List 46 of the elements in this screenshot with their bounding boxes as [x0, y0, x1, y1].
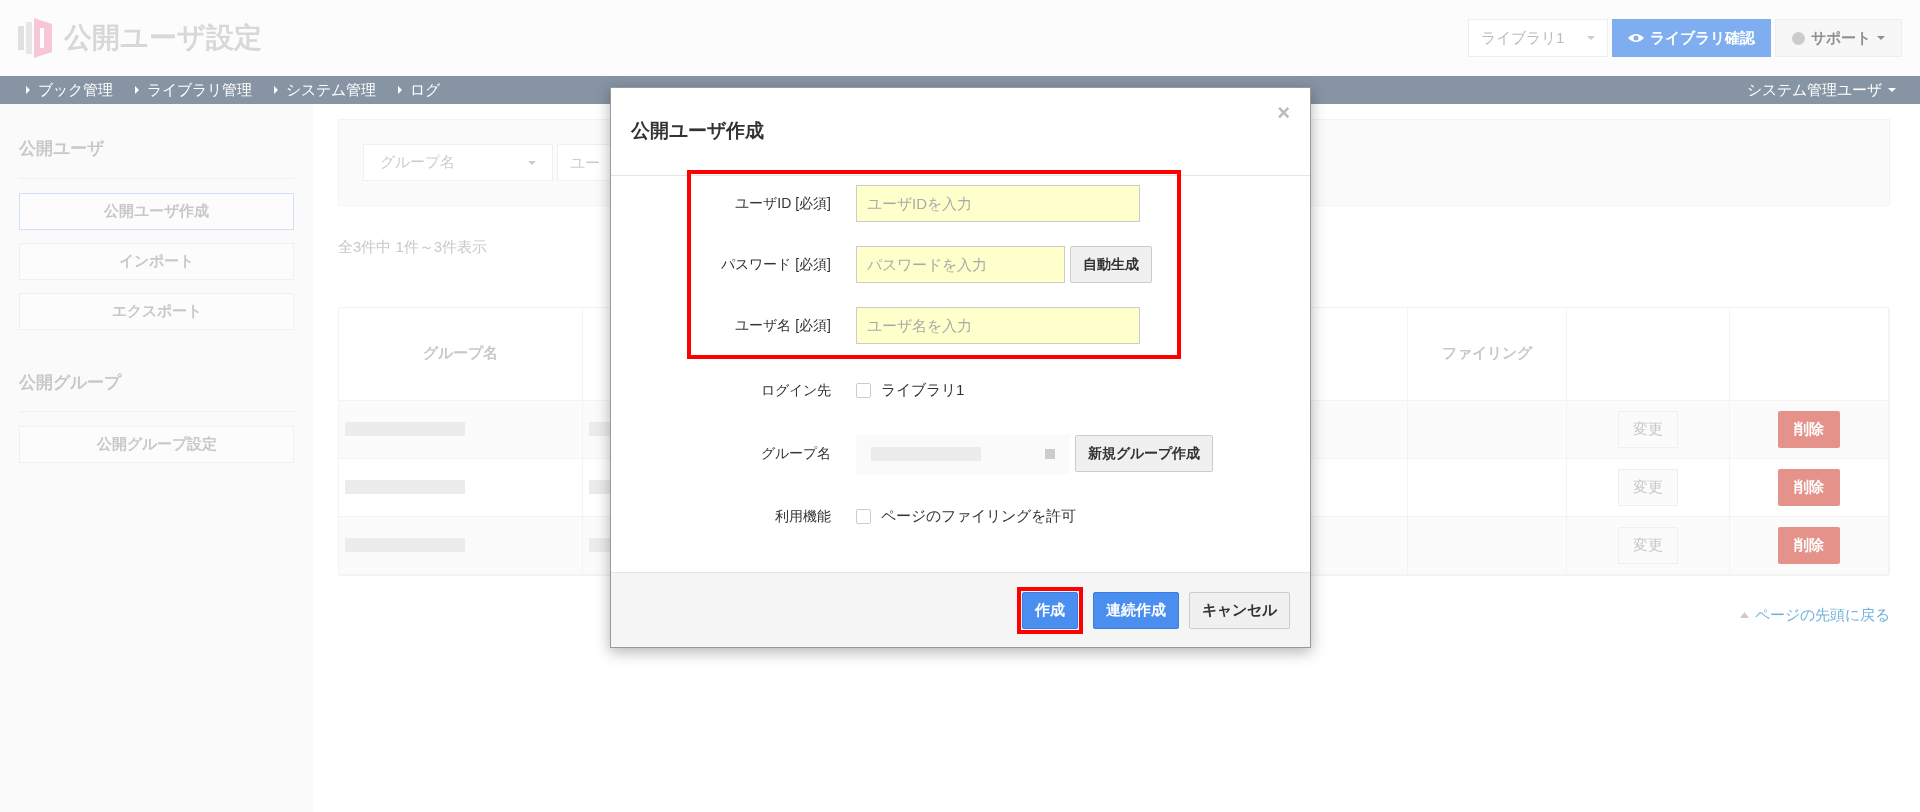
caret-right-icon: [272, 86, 280, 94]
library-select[interactable]: ライブラリ1: [1468, 19, 1608, 57]
triangle-up-icon: [1740, 611, 1749, 618]
caret-down-icon: [528, 158, 536, 167]
delete-button[interactable]: 削除: [1778, 410, 1841, 448]
generate-button[interactable]: 自動生成: [1070, 246, 1152, 283]
back-to-top-link[interactable]: ページの先頭に戻る: [1740, 603, 1890, 626]
nav-link[interactable]: システム管理: [272, 78, 376, 102]
close-button[interactable]: ×: [1277, 96, 1290, 129]
field-label: ユーザ名 [必須]: [734, 316, 832, 335]
support-menu[interactable]: サポート: [1775, 19, 1902, 57]
delete-button[interactable]: 削除: [1778, 468, 1841, 506]
nav-link[interactable]: ブック管理: [24, 78, 113, 102]
input-field[interactable]: パスワードを入力: [856, 246, 1065, 283]
field-label: ログイン先: [760, 381, 832, 400]
caret-down-icon: [1877, 34, 1885, 42]
user-menu[interactable]: システム管理ユーザ: [1747, 78, 1896, 102]
checkbox-label: ページのファイリングを許可: [881, 506, 1076, 527]
primary-button[interactable]: 作成: [1022, 591, 1078, 629]
checkbox[interactable]: [856, 383, 871, 398]
delete-button[interactable]: 削除: [1778, 526, 1841, 564]
redacted-mark: [1045, 448, 1055, 459]
caret-right-icon: [396, 86, 404, 94]
checkbox[interactable]: [856, 509, 871, 524]
eye-icon: [1628, 33, 1644, 43]
caret-down-icon: [1888, 86, 1896, 94]
nav-link[interactable]: ライブラリ管理: [133, 78, 252, 102]
help-icon: [1792, 31, 1805, 45]
group-select[interactable]: [856, 433, 1070, 474]
field-label: グループ名: [760, 444, 832, 463]
caret-right-icon: [24, 86, 32, 94]
modal-title: 公開ユーザ作成: [631, 119, 764, 144]
input-field[interactable]: ユーザ名を入力: [856, 307, 1140, 344]
input-field[interactable]: ユーザIDを入力: [856, 185, 1140, 222]
primary-button[interactable]: 連続作成: [1093, 591, 1179, 629]
field-label: 利用機能: [774, 507, 832, 526]
field-label: ユーザID [必須]: [734, 194, 832, 213]
field-label: パスワード [必須]: [720, 255, 832, 274]
caret-right-icon: [133, 86, 141, 94]
view-library-button[interactable]: ライブラリ確認: [1612, 19, 1771, 57]
checkbox-label: ライブラリ1: [881, 380, 965, 401]
new-group-button[interactable]: 新規グループ作成: [1075, 435, 1213, 472]
cancel-button[interactable]: キャンセル: [1189, 591, 1290, 629]
nav-link[interactable]: ログ: [396, 78, 440, 102]
caret-down-icon: [1587, 34, 1595, 42]
logo-icon: [18, 18, 54, 58]
